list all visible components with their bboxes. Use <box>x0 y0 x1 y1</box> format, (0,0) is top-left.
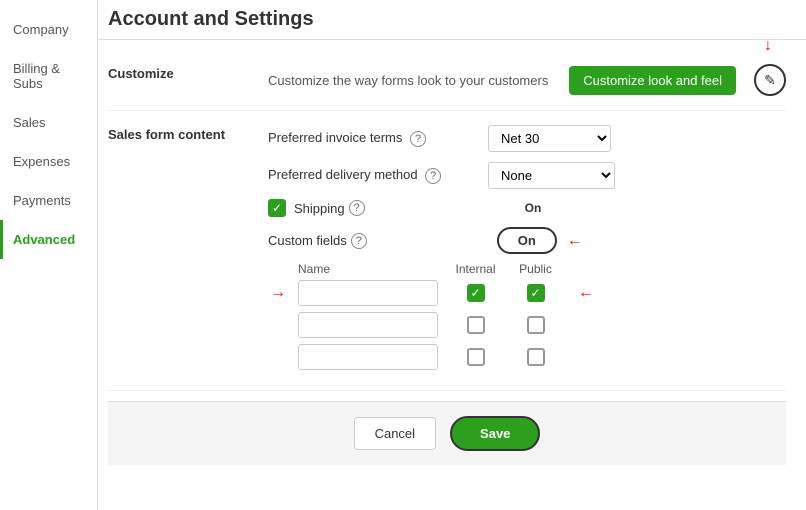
shipping-on-label: On <box>525 201 542 215</box>
save-button[interactable]: Save <box>450 416 540 451</box>
sales-form-section: Sales form content Preferred invoice ter… <box>108 111 786 391</box>
content-area: Customize Customize the way forms look t… <box>98 40 806 475</box>
shipping-checkbox[interactable]: ✓ <box>268 199 286 217</box>
invoice-terms-row: Preferred invoice terms ? Net 30 Net 15 … <box>268 125 786 152</box>
custom-fields-label-row: Custom fields ? <box>268 233 367 249</box>
sidebar: Company Billing & Subs Sales Expenses Pa… <box>0 0 98 510</box>
field-public-3 <box>513 348 558 366</box>
annotation-arrow-row1-right: ← <box>578 284 594 302</box>
table-row: → ✓ ✓ <box>298 280 786 306</box>
sidebar-item-expenses[interactable]: Expenses <box>0 142 97 181</box>
sales-form-content: Preferred invoice terms ? Net 30 Net 15 … <box>268 125 786 376</box>
delivery-method-dropdown-wrap: None Email Print Email and Print <box>488 162 615 189</box>
sidebar-item-payments[interactable]: Payments <box>0 181 97 220</box>
annotation-arrow-toggle: ← <box>567 232 583 250</box>
main-content: Account and Settings Customize Customize… <box>98 0 806 510</box>
shipping-help-icon[interactable]: ? <box>349 200 365 216</box>
customize-description: Customize the way forms look to your cus… <box>268 73 569 88</box>
custom-fields-help-icon[interactable]: ? <box>351 233 367 249</box>
customize-row: Customize the way forms look to your cus… <box>268 64 786 96</box>
field-name-input-1[interactable] <box>298 280 438 306</box>
internal-column-header: Internal <box>448 262 503 276</box>
field-public-1: ✓ <box>513 284 558 302</box>
custom-fields-toggle[interactable]: On <box>497 227 557 254</box>
delivery-method-select[interactable]: None Email Print Email and Print <box>488 162 615 189</box>
field-internal-checkmark-1: ✓ <box>470 287 480 299</box>
annotation-arrow-edit: ↓ <box>764 38 772 54</box>
invoice-terms-label: Preferred invoice terms ? <box>268 130 488 147</box>
invoice-terms-dropdown-wrap: Net 30 Net 15 Net 60 Due on receipt <box>488 125 611 152</box>
field-public-checkbox-2[interactable] <box>527 316 545 334</box>
sidebar-item-sales[interactable]: Sales <box>0 103 97 142</box>
field-internal-checkbox-1[interactable]: ✓ <box>467 284 485 302</box>
field-name-input-3[interactable] <box>298 344 438 370</box>
fields-table-header: Name Internal Public <box>298 262 786 276</box>
custom-fields-label: Custom fields <box>268 233 347 248</box>
table-row <box>298 344 786 370</box>
field-internal-1: ✓ <box>448 284 503 302</box>
sidebar-item-advanced[interactable]: Advanced <box>0 220 97 259</box>
custom-fields-section: Custom fields ? On ← Name <box>268 227 786 376</box>
shipping-row: ✓ Shipping ? On <box>268 199 786 217</box>
field-internal-checkbox-3[interactable] <box>467 348 485 366</box>
sidebar-item-company[interactable]: Company <box>0 10 97 49</box>
footer-bar: Cancel Save <box>108 401 786 465</box>
annotation-arrow-row1: → <box>270 284 286 302</box>
customize-label: Customize <box>108 64 268 81</box>
customize-content: Customize the way forms look to your cus… <box>268 64 786 96</box>
field-public-2 <box>513 316 558 334</box>
invoice-terms-select[interactable]: Net 30 Net 15 Net 60 Due on receipt <box>488 125 611 152</box>
field-public-checkbox-3[interactable] <box>527 348 545 366</box>
field-name-input-2[interactable] <box>298 312 438 338</box>
customize-look-button[interactable]: Customize look and feel <box>569 66 736 95</box>
edit-icon-button[interactable]: ✎ ↓ <box>754 64 786 96</box>
shipping-checkmark: ✓ <box>272 202 282 214</box>
sidebar-item-billing[interactable]: Billing & Subs <box>0 49 97 103</box>
delivery-method-row: Preferred delivery method ? None Email P… <box>268 162 786 189</box>
fields-table: Name Internal Public → ✓ <box>298 262 786 370</box>
field-internal-2 <box>448 316 503 334</box>
field-public-checkbox-1[interactable]: ✓ <box>527 284 545 302</box>
cancel-button[interactable]: Cancel <box>354 417 436 450</box>
table-row <box>298 312 786 338</box>
shipping-label: Shipping <box>294 201 345 216</box>
edit-pencil-icon: ✎ <box>764 72 776 89</box>
custom-fields-header: Custom fields ? On ← <box>268 227 786 254</box>
invoice-terms-help-icon[interactable]: ? <box>410 131 426 147</box>
delivery-method-label: Preferred delivery method ? <box>268 167 488 184</box>
name-column-header: Name <box>298 262 438 276</box>
field-internal-3 <box>448 348 503 366</box>
custom-fields-toggle-area: On ← <box>487 227 557 254</box>
sales-form-label: Sales form content <box>108 125 268 142</box>
field-internal-checkbox-2[interactable] <box>467 316 485 334</box>
customize-section: Customize Customize the way forms look t… <box>108 50 786 111</box>
field-public-checkmark-1: ✓ <box>530 287 540 299</box>
public-column-header: Public <box>513 262 558 276</box>
page-title: Account and Settings <box>98 0 806 40</box>
delivery-method-help-icon[interactable]: ? <box>425 168 441 184</box>
